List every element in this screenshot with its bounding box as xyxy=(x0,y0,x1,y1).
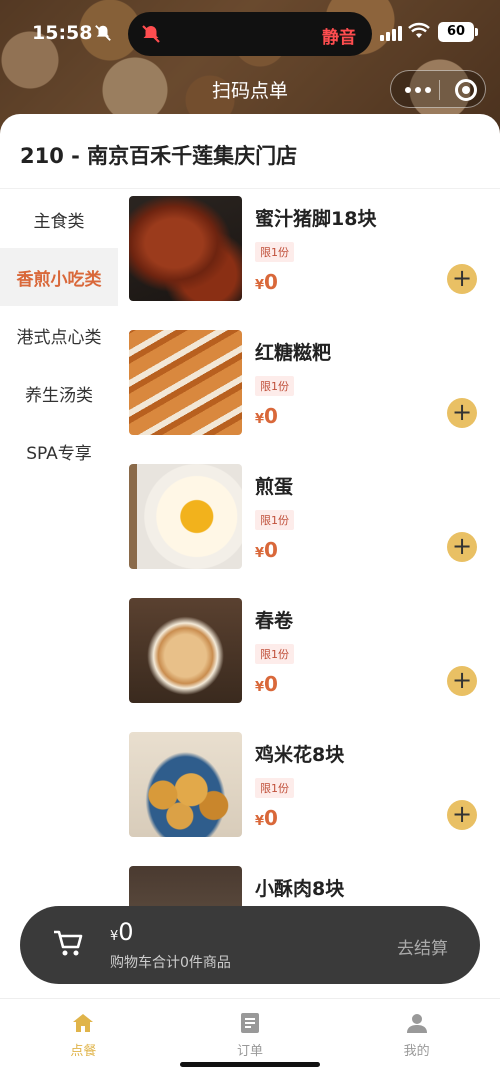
mute-label: 静音 xyxy=(322,28,356,48)
product-image-pork-trotter xyxy=(129,196,242,301)
product-item[interactable]: 煎蛋 限1份 ¥0 + xyxy=(129,464,489,598)
bell-muted-icon xyxy=(95,25,111,41)
more-icon[interactable] xyxy=(405,87,431,93)
limit-badge: 限1份 xyxy=(255,510,294,530)
shopping-cart-icon[interactable] xyxy=(52,928,84,958)
store-name: 210 - 南京百禾千莲集庆门店 xyxy=(20,144,298,168)
wifi-icon xyxy=(408,22,430,38)
product-name: 红糖糍粑 xyxy=(255,342,332,364)
category-item-hk-dimsum[interactable]: 港式点心类 xyxy=(0,306,118,364)
product-image-fried-egg xyxy=(129,464,242,569)
cellular-signal-icon xyxy=(380,26,402,41)
product-name: 小酥肉8块 xyxy=(255,878,345,900)
tab-orders[interactable]: 订单 xyxy=(167,999,334,1070)
add-to-cart-button[interactable]: + xyxy=(447,532,477,562)
product-price: ¥0 xyxy=(255,806,278,830)
divider xyxy=(0,188,500,189)
limit-badge: 限1份 xyxy=(255,644,294,664)
cart-total: ¥0 xyxy=(110,918,134,946)
bell-muted-icon xyxy=(142,25,160,43)
add-to-cart-button[interactable]: + xyxy=(447,264,477,294)
product-item[interactable]: 红糖糍粑 限1份 ¥0 + xyxy=(129,330,489,464)
product-item[interactable]: 鸡米花8块 限1份 ¥0 + xyxy=(129,732,489,866)
battery-indicator: 60 xyxy=(438,22,478,42)
status-time: 15:58 xyxy=(32,22,93,44)
order-icon xyxy=(241,1013,259,1033)
mini-program-capsule xyxy=(390,70,486,108)
home-icon xyxy=(73,1014,94,1032)
category-item-soup[interactable]: 养生汤类 xyxy=(0,364,118,422)
checkout-button[interactable]: 去结算 xyxy=(397,934,448,959)
product-name: 鸡米花8块 xyxy=(255,744,345,766)
product-name: 春卷 xyxy=(255,610,294,632)
product-name: 煎蛋 xyxy=(255,476,294,498)
main-sheet: 210 - 南京百禾千莲集庆门店 主食类 香煎小吃类 港式点心类 养生汤类 SP… xyxy=(0,114,500,1070)
add-to-cart-button[interactable]: + xyxy=(447,666,477,696)
tab-order-food[interactable]: 点餐 xyxy=(0,999,167,1070)
capsule-divider xyxy=(439,80,440,100)
add-to-cart-button[interactable]: + xyxy=(447,800,477,830)
product-price: ¥0 xyxy=(255,404,278,428)
product-list: 蜜汁猪脚18块 限1份 ¥0 + 红糖糍粑 限1份 ¥0 + 煎蛋 限1份 ¥0… xyxy=(129,196,489,1000)
limit-badge: 限1份 xyxy=(255,778,294,798)
limit-badge: 限1份 xyxy=(255,376,294,396)
profile-icon xyxy=(406,1014,427,1033)
category-item-spa[interactable]: SPA专享 xyxy=(0,422,118,480)
tab-label: 我的 xyxy=(403,1044,430,1059)
product-image-popcorn-chicken xyxy=(129,732,242,837)
product-image-spring-roll xyxy=(129,598,242,703)
product-price: ¥0 xyxy=(255,672,278,696)
product-image-rice-cake xyxy=(129,330,242,435)
cart-bar[interactable]: ¥0 购物车合计0件商品 去结算 xyxy=(20,906,480,984)
category-item-fried-snacks[interactable]: 香煎小吃类 xyxy=(0,248,118,306)
close-target-icon[interactable] xyxy=(455,79,477,101)
tab-label: 点餐 xyxy=(70,1044,97,1059)
add-to-cart-button[interactable]: + xyxy=(447,398,477,428)
home-indicator xyxy=(180,1062,320,1067)
product-name: 蜜汁猪脚18块 xyxy=(255,208,377,230)
product-item[interactable]: 蜜汁猪脚18块 限1份 ¥0 + xyxy=(129,196,489,330)
category-item-staple[interactable]: 主食类 xyxy=(0,190,118,248)
dynamic-island: 静音 xyxy=(128,12,372,56)
status-bar: 15:58 静音 60 xyxy=(0,0,500,66)
product-item[interactable]: 春卷 限1份 ¥0 + xyxy=(129,598,489,732)
tab-label: 订单 xyxy=(237,1044,264,1059)
product-price: ¥0 xyxy=(255,538,278,562)
product-price: ¥0 xyxy=(255,270,278,294)
cart-summary: 购物车合计0件商品 xyxy=(110,955,231,971)
limit-badge: 限1份 xyxy=(255,242,294,262)
category-sidebar: 主食类 香煎小吃类 港式点心类 养生汤类 SPA专享 xyxy=(0,190,118,480)
tab-profile[interactable]: 我的 xyxy=(333,999,500,1070)
bottom-tab-bar: 点餐 订单 我的 xyxy=(0,998,500,1070)
